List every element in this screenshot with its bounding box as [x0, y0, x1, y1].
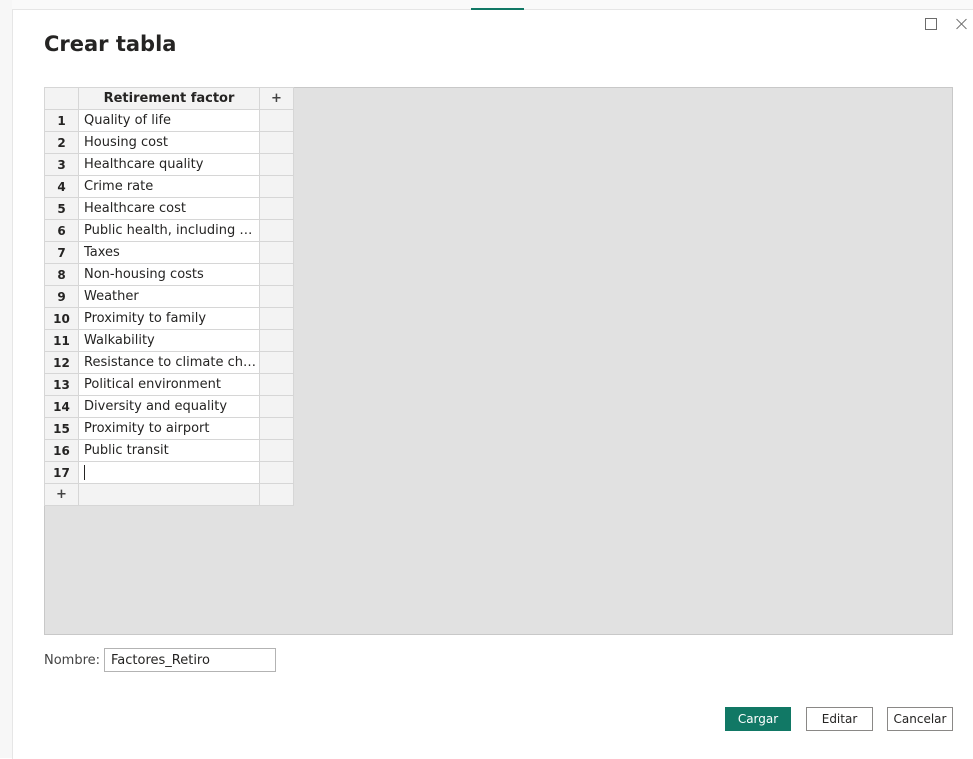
grid-cell[interactable]: Public transit	[78, 439, 260, 462]
add-column-button[interactable]: +	[259, 87, 294, 110]
table-row: 6 Public health, including Co...	[44, 219, 294, 242]
empty-cell	[259, 439, 294, 462]
empty-cell	[259, 285, 294, 308]
plus-icon: +	[271, 91, 282, 106]
row-number[interactable]: 3	[44, 153, 79, 176]
edit-button[interactable]: Editar	[806, 707, 873, 731]
close-icon	[956, 18, 968, 30]
row-number[interactable]: 16	[44, 439, 79, 462]
empty-cell	[259, 329, 294, 352]
text-cursor	[84, 465, 85, 480]
empty-cell	[259, 417, 294, 440]
row-number[interactable]: 11	[44, 329, 79, 352]
empty-cell	[259, 197, 294, 220]
grid-cell[interactable]: Quality of life	[78, 109, 260, 132]
grid-corner	[44, 87, 79, 110]
table-row: 15 Proximity to airport	[44, 417, 294, 440]
empty-cell	[259, 175, 294, 198]
empty-cell	[259, 219, 294, 242]
row-number[interactable]: 4	[44, 175, 79, 198]
grid-cell[interactable]: Diversity and equality	[78, 395, 260, 418]
table-row: 13 Political environment	[44, 373, 294, 396]
active-tab-indicator	[471, 8, 524, 10]
empty-cell	[259, 351, 294, 374]
empty-cell	[259, 307, 294, 330]
dialog-title: Crear tabla	[44, 32, 177, 56]
name-label: Nombre:	[44, 653, 101, 668]
row-number[interactable]: 17	[44, 461, 79, 484]
row-number[interactable]: 9	[44, 285, 79, 308]
add-row-button[interactable]: +	[44, 483, 79, 506]
row-number[interactable]: 7	[44, 241, 79, 264]
row-number[interactable]: 13	[44, 373, 79, 396]
cancel-button[interactable]: Cancelar	[887, 707, 953, 731]
data-grid: Retirement factor + 1 Quality of life 2 Hou…	[44, 87, 294, 506]
row-number[interactable]: 12	[44, 351, 79, 374]
table-row: 11 Walkability	[44, 329, 294, 352]
grid-cell[interactable]: Resistance to climate change	[78, 351, 260, 374]
grid-cell[interactable]: Non-housing costs	[78, 263, 260, 286]
grid-cell[interactable]: Housing cost	[78, 131, 260, 154]
grid-cell[interactable]: Proximity to family	[78, 307, 260, 330]
table-row: 8 Non-housing costs	[44, 263, 294, 286]
app-side-strip	[0, 0, 12, 758]
table-row: 7 Taxes	[44, 241, 294, 264]
empty-cell	[259, 241, 294, 264]
table-row: 12 Resistance to climate change	[44, 351, 294, 374]
table-row: 16 Public transit	[44, 439, 294, 462]
load-button[interactable]: Cargar	[725, 707, 791, 731]
table-row: 4 Crime rate	[44, 175, 294, 198]
row-number[interactable]: 10	[44, 307, 79, 330]
maximize-icon	[925, 18, 937, 30]
table-row: 3 Healthcare quality	[44, 153, 294, 176]
grid-cell[interactable]: Proximity to airport	[78, 417, 260, 440]
table-row: 9 Weather	[44, 285, 294, 308]
table-name-input[interactable]	[104, 648, 276, 672]
grid-cell[interactable]: Walkability	[78, 329, 260, 352]
row-number[interactable]: 8	[44, 263, 79, 286]
table-row: 14 Diversity and equality	[44, 395, 294, 418]
table-row: 2 Housing cost	[44, 131, 294, 154]
empty-cell	[259, 483, 294, 506]
table-row: 17	[44, 461, 294, 484]
table-row: 1 Quality of life	[44, 109, 294, 132]
empty-cell	[259, 131, 294, 154]
grid-cell[interactable]: Political environment	[78, 373, 260, 396]
empty-cell	[259, 263, 294, 286]
empty-cell	[259, 461, 294, 484]
close-button[interactable]	[951, 13, 973, 35]
grid-cell[interactable]: Healthcare cost	[78, 197, 260, 220]
row-number[interactable]: 2	[44, 131, 79, 154]
grid-cell[interactable]: Public health, including Co...	[78, 219, 260, 242]
grid-cell[interactable]: Weather	[78, 285, 260, 308]
row-number[interactable]: 14	[44, 395, 79, 418]
table-row: 5 Healthcare cost	[44, 197, 294, 220]
row-number[interactable]: 1	[44, 109, 79, 132]
empty-cell	[259, 373, 294, 396]
grid-cell[interactable]: Taxes	[78, 241, 260, 264]
empty-cell	[259, 153, 294, 176]
row-number[interactable]: 15	[44, 417, 79, 440]
grid-cell[interactable]: Crime rate	[78, 175, 260, 198]
row-number[interactable]: 6	[44, 219, 79, 242]
plus-icon: +	[56, 487, 67, 502]
empty-cell	[78, 483, 260, 506]
table-row: 10 Proximity to family	[44, 307, 294, 330]
grid-cell[interactable]	[78, 461, 260, 484]
add-row: +	[44, 483, 294, 506]
empty-cell	[259, 109, 294, 132]
maximize-button[interactable]	[920, 13, 942, 35]
empty-cell	[259, 395, 294, 418]
grid-cell[interactable]: Healthcare quality	[78, 153, 260, 176]
column-header[interactable]: Retirement factor	[78, 87, 260, 110]
row-number[interactable]: 5	[44, 197, 79, 220]
